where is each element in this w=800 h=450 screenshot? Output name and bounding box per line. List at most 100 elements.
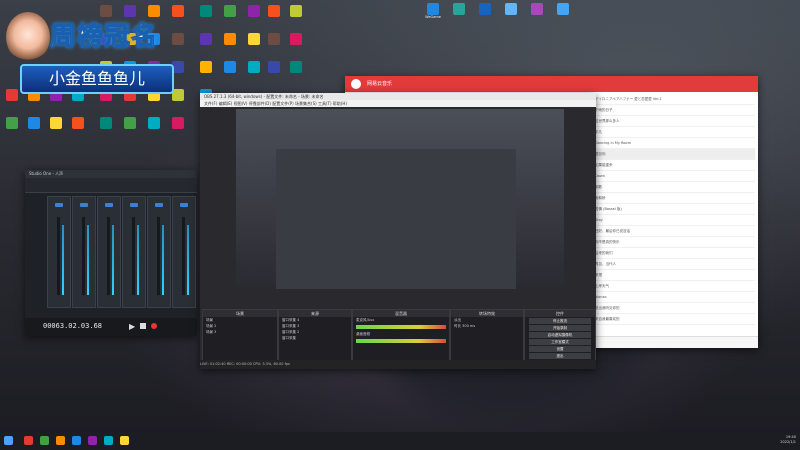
song-item[interactable]: 还好，最后你已说没话 xyxy=(595,226,755,237)
mixer-console[interactable] xyxy=(27,196,196,308)
song-item[interactable]: Dancing in My Room xyxy=(595,138,755,149)
song-item[interactable]: 安和桥 xyxy=(595,193,755,204)
controls-dock[interactable]: 控件 停止推流 开始录制 启动虚拟摄像机 工作室模式 设置 退出 xyxy=(524,309,596,363)
pan-knob[interactable] xyxy=(180,203,188,207)
source-item[interactable]: 窗口采集 xyxy=(279,335,351,341)
virtual-camera-button[interactable]: 启动虚拟摄像机 xyxy=(529,332,591,338)
mixer-channel-strip[interactable] xyxy=(147,196,171,308)
desktop-icon[interactable]: WeGame xyxy=(420,2,446,26)
song-item[interactable]: 下雨的日子 xyxy=(595,105,755,116)
song-item[interactable]: 再见，当代人 xyxy=(595,259,755,270)
desktop-icon[interactable] xyxy=(46,116,66,140)
song-item[interactable]: 后来的我们 xyxy=(595,248,755,259)
song-item[interactable]: 这世界那么多人 xyxy=(595,116,755,127)
pan-knob[interactable] xyxy=(155,203,163,207)
taskbar-app-icon[interactable] xyxy=(24,436,33,445)
scenes-dock[interactable]: 场景 场景 场景 2 场景 3 xyxy=(202,309,278,363)
desktop-icon[interactable] xyxy=(550,2,576,26)
record-icon[interactable] xyxy=(151,323,157,329)
desktop-icon[interactable] xyxy=(264,32,284,56)
desktop-icon[interactable] xyxy=(524,2,550,26)
desktop-icon[interactable] xyxy=(196,60,216,84)
song-item[interactable]: 来自我最喜欢的 xyxy=(595,314,755,325)
song-item[interactable]: アイロニアペアハフナー 愛と恋愛愛 Ver.2 xyxy=(595,94,755,105)
exit-button[interactable]: 退出 xyxy=(529,353,591,359)
channel-fader[interactable] xyxy=(82,217,85,295)
desktop-icon[interactable] xyxy=(2,116,22,140)
start-icon[interactable] xyxy=(4,436,13,445)
obs-window[interactable]: OBS 27.1.3 (64-bit, windows) - 配置文件: 未命名… xyxy=(200,93,596,369)
song-item[interactable]: 你不是真的快乐 xyxy=(595,237,755,248)
studio-mode-button[interactable]: 工作室模式 xyxy=(529,339,591,345)
desktop-icon[interactable] xyxy=(168,116,188,140)
start-recording-button[interactable]: 开始录制 xyxy=(529,325,591,331)
stop-icon[interactable] xyxy=(140,323,146,329)
taskbar-app-icon[interactable] xyxy=(104,436,113,445)
taskbar[interactable]: 19:40 2022/1/1 xyxy=(0,432,800,450)
desktop-icon[interactable] xyxy=(96,116,116,140)
channel-fader[interactable] xyxy=(132,217,135,295)
sources-dock[interactable]: 来源 窗口采集 4 窗口采集 3 窗口采集 2 窗口采集 xyxy=(278,309,352,363)
song-item[interactable]: alonzo xyxy=(595,292,755,303)
transitions-dock[interactable]: 转场特效 淡出 时长 300 ms xyxy=(450,309,524,363)
desktop-icon[interactable] xyxy=(286,4,306,28)
song-item[interactable]: 来搭 xyxy=(595,270,755,281)
mixer-channel-strip[interactable] xyxy=(72,196,96,308)
mixer-channel-strip[interactable] xyxy=(97,196,121,308)
desktop-icon[interactable] xyxy=(264,60,284,84)
song-item[interactable]: 上岸天气 xyxy=(595,281,755,292)
mixer-channel-strip[interactable] xyxy=(47,196,71,308)
desktop-icon[interactable] xyxy=(446,2,472,26)
mixer-dock[interactable]: 混音器 麦克风/Aux 桌面音频 xyxy=(352,309,450,363)
studio-one-window[interactable]: Studio One - 人声 00063.02.03.68 ▶ xyxy=(25,170,197,336)
song-item[interactable]: Dawn xyxy=(595,171,755,182)
taskbar-app-icon[interactable] xyxy=(56,436,65,445)
song-item[interactable]: 平凡 xyxy=(595,127,755,138)
song-list[interactable]: アイロニアペアハフナー 愛と恋愛愛 Ver.2 下雨的日子 这世界那么多人 平凡 Dan… xyxy=(595,94,755,334)
song-item[interactable]: Stay xyxy=(595,215,755,226)
pan-knob[interactable] xyxy=(80,203,88,207)
song-item[interactable]: 如果能重来 xyxy=(595,160,755,171)
song-item[interactable]: 想见你 xyxy=(595,149,755,160)
desktop-icon[interactable] xyxy=(498,2,524,26)
channel-fader[interactable] xyxy=(157,217,160,295)
desktop-icon[interactable] xyxy=(220,4,240,28)
desktop-icon[interactable] xyxy=(286,32,306,56)
scene-item[interactable]: 场景 3 xyxy=(203,329,277,335)
taskbar-app-icon[interactable] xyxy=(88,436,97,445)
song-item[interactable]: 说出我听见你的 xyxy=(595,303,755,314)
desktop-icon[interactable] xyxy=(24,116,44,140)
menu-bar[interactable]: 文件(F) 编辑(E) 视图(V) 停靠部件(D) 配置文件(P) 场景集合(S… xyxy=(200,100,596,107)
desktop-icon[interactable] xyxy=(68,116,88,140)
desktop-icon[interactable] xyxy=(144,116,164,140)
song-item[interactable]: 倒数 xyxy=(595,182,755,193)
duration-value[interactable]: 300 ms xyxy=(462,324,475,328)
desktop-icon[interactable] xyxy=(196,4,216,28)
desktop-icon[interactable] xyxy=(244,32,264,56)
toolbar[interactable] xyxy=(25,178,197,193)
stop-stream-button[interactable]: 停止推流 xyxy=(529,318,591,324)
desktop-icon[interactable] xyxy=(472,2,498,26)
transport-bar[interactable]: 00063.02.03.68 ▶ xyxy=(25,318,197,336)
mixer-channel-strip[interactable] xyxy=(172,196,196,308)
preview-canvas[interactable] xyxy=(236,109,564,289)
desktop-icon[interactable] xyxy=(264,4,284,28)
desktop-icon[interactable] xyxy=(220,60,240,84)
settings-button[interactable]: 设置 xyxy=(529,346,591,352)
channel-fader[interactable] xyxy=(182,217,185,295)
channel-fader[interactable] xyxy=(107,217,110,295)
desktop-icon[interactable] xyxy=(196,32,216,56)
channel-fader[interactable] xyxy=(57,217,60,295)
pan-knob[interactable] xyxy=(130,203,138,207)
system-clock[interactable]: 19:40 2022/1/1 xyxy=(780,435,796,445)
taskbar-app-icon[interactable] xyxy=(72,436,81,445)
desktop-icon[interactable] xyxy=(244,4,264,28)
desktop-icon[interactable] xyxy=(244,60,264,84)
taskbar-app-icon[interactable] xyxy=(120,436,129,445)
song-item[interactable]: 苦情 (Bassel 版) xyxy=(595,204,755,215)
taskbar-app-icon[interactable] xyxy=(40,436,49,445)
desktop-icon[interactable] xyxy=(120,116,140,140)
pan-knob[interactable] xyxy=(105,203,113,207)
mixer-channel-strip[interactable] xyxy=(122,196,146,308)
pan-knob[interactable] xyxy=(55,203,63,207)
